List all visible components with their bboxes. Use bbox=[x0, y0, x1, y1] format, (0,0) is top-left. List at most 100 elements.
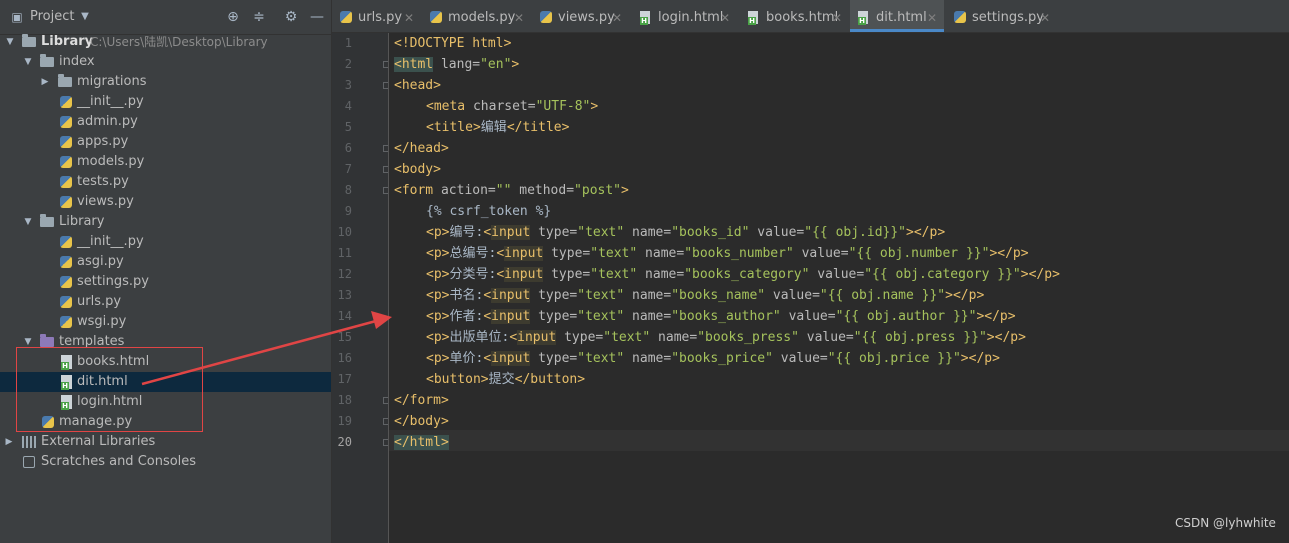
tab-label: dit.html bbox=[876, 10, 927, 25]
close-icon[interactable]: ✕ bbox=[404, 0, 414, 36]
chevron-down-icon[interactable]: ▼ bbox=[76, 0, 94, 34]
close-icon[interactable]: ✕ bbox=[1040, 0, 1050, 36]
tree-item-apps-py[interactable]: apps.py bbox=[0, 132, 331, 152]
tag-token: </p> bbox=[997, 246, 1029, 261]
attr-token: type= bbox=[530, 225, 578, 240]
code-line-7: <body> bbox=[394, 159, 441, 180]
input-tag-token: input bbox=[491, 225, 531, 240]
template-folder-icon bbox=[40, 334, 54, 347]
python-file-icon bbox=[540, 11, 552, 23]
collapse-arrow-icon[interactable]: ▶ bbox=[39, 72, 51, 92]
tree-item-label: asgi.py bbox=[77, 254, 124, 269]
value-token: "{{ obj.price }}" bbox=[827, 351, 961, 366]
html-file-icon bbox=[858, 11, 868, 25]
close-icon[interactable]: ✕ bbox=[832, 0, 842, 36]
tree-item-init-py[interactable]: __init__.py bbox=[0, 92, 331, 112]
gear-icon[interactable]: ⚙ bbox=[282, 0, 300, 34]
python-file-icon bbox=[60, 176, 72, 188]
tag-token: <p> bbox=[426, 267, 450, 282]
attr-token: type= bbox=[556, 330, 604, 345]
text-token: 作者: bbox=[449, 309, 484, 324]
tree-item-library-package[interactable]: ▼ Library bbox=[0, 212, 331, 232]
scratch-icon bbox=[23, 456, 35, 468]
value-token: "{{ obj.number }}" bbox=[848, 246, 990, 261]
tag-token: <p> bbox=[426, 351, 450, 366]
tree-item-label: index bbox=[59, 54, 95, 69]
value-token: "text" bbox=[590, 267, 638, 282]
project-panel-header: ▣ Project ▼ ⊕ ≑ ⚙ — bbox=[0, 0, 331, 35]
tree-item-init-py[interactable]: __init__.py bbox=[0, 232, 331, 252]
expand-arrow-icon[interactable]: ▼ bbox=[22, 212, 34, 232]
tag-token: <form bbox=[394, 183, 434, 198]
tree-item-external-libraries[interactable]: ▶ External Libraries bbox=[0, 432, 331, 452]
tree-item-index[interactable]: ▼ index bbox=[0, 52, 331, 72]
collapse-arrow-icon[interactable]: ▶ bbox=[3, 432, 15, 452]
tree-item-urls-py[interactable]: urls.py bbox=[0, 292, 331, 312]
tab-settings-py[interactable]: settings.py ✕ bbox=[946, 0, 1052, 32]
value-token: "books_id" bbox=[671, 225, 750, 240]
tag-token: </title> bbox=[506, 120, 570, 135]
tree-item-label: apps.py bbox=[77, 134, 129, 149]
close-icon[interactable]: ✕ bbox=[927, 0, 937, 36]
code-line-1: <!DOCTYPE html> bbox=[394, 33, 511, 54]
tree-item-asgi-py[interactable]: asgi.py bbox=[0, 252, 331, 272]
tree-item-models-py[interactable]: models.py bbox=[0, 152, 331, 172]
code-line-2: <html lang="en"> bbox=[394, 54, 519, 75]
tree-item-admin-py[interactable]: admin.py bbox=[0, 112, 331, 132]
tab-views-py[interactable]: views.py ✕ bbox=[532, 0, 632, 32]
python-file-icon bbox=[430, 11, 442, 23]
close-icon[interactable]: ✕ bbox=[514, 0, 524, 36]
tree-item-wsgi-py[interactable]: wsgi.py bbox=[0, 312, 331, 332]
tab-dit-html[interactable]: dit.html ✕ bbox=[850, 0, 944, 32]
tree-item-scratches[interactable]: Scratches and Consoles bbox=[0, 452, 331, 472]
tag-token: </body> bbox=[394, 414, 449, 429]
annotation-highlight-box bbox=[16, 347, 203, 432]
line-number: 3 bbox=[344, 78, 352, 92]
collapse-all-icon[interactable]: ≑ bbox=[250, 0, 268, 34]
tree-item-label: settings.py bbox=[77, 274, 149, 289]
tree-item-label: Library bbox=[41, 34, 94, 49]
tree-item-library-root[interactable]: ▼ Library C:\Users\陆凯\Desktop\Library bbox=[0, 32, 331, 52]
attr-token: name= bbox=[650, 330, 698, 345]
tree-item-label: __init__.py bbox=[77, 94, 144, 109]
minimize-icon[interactable]: — bbox=[308, 0, 326, 34]
expand-arrow-icon[interactable]: ▼ bbox=[4, 32, 16, 52]
tab-label: urls.py bbox=[358, 10, 403, 25]
line-number: 8 bbox=[344, 183, 352, 197]
tree-item-settings-py[interactable]: settings.py bbox=[0, 272, 331, 292]
tab-login-html[interactable]: login.html ✕ bbox=[632, 0, 740, 32]
value-token: "books_number" bbox=[684, 246, 794, 261]
tag-token: </p> bbox=[994, 330, 1026, 345]
tree-item-migrations[interactable]: ▶ migrations bbox=[0, 72, 331, 92]
code-editor[interactable]: 1 2 3 4 5 6 7 8 9 10 11 12 13 14 15 16 1… bbox=[332, 33, 1289, 543]
project-panel-title[interactable]: Project bbox=[30, 0, 74, 34]
project-view-icon[interactable]: ▣ bbox=[8, 0, 26, 34]
text-token: 提交 bbox=[488, 372, 515, 387]
code-line-15: <p>出版单位:<input type="text" name="books_p… bbox=[426, 327, 1026, 348]
tag-token: < bbox=[496, 246, 505, 261]
python-file-icon bbox=[340, 11, 352, 23]
close-icon[interactable]: ✕ bbox=[720, 0, 730, 36]
tab-urls-py[interactable]: urls.py ✕ bbox=[332, 0, 420, 32]
tree-item-tests-py[interactable]: tests.py bbox=[0, 172, 331, 192]
tab-models-py[interactable]: models.py ✕ bbox=[422, 0, 530, 32]
locate-icon[interactable]: ⊕ bbox=[224, 0, 242, 34]
close-icon[interactable]: ✕ bbox=[612, 0, 622, 36]
expand-arrow-icon[interactable]: ▼ bbox=[22, 52, 34, 72]
code-line-5: <title>编辑</title> bbox=[426, 117, 569, 138]
tree-item-label: __init__.py bbox=[77, 234, 144, 249]
python-file-icon bbox=[60, 236, 72, 248]
line-number: 7 bbox=[344, 162, 352, 176]
tab-label: login.html bbox=[658, 10, 724, 25]
attr-token: value= bbox=[798, 330, 854, 345]
tag-token: <p> bbox=[426, 246, 450, 261]
tab-label: settings.py bbox=[972, 10, 1044, 25]
tag-token: < bbox=[483, 225, 492, 240]
line-number: 11 bbox=[337, 246, 352, 260]
doctype-token: <!DOCTYPE html> bbox=[394, 36, 512, 51]
tab-books-html[interactable]: books.html ✕ bbox=[740, 0, 850, 32]
tree-item-views-py[interactable]: views.py bbox=[0, 192, 331, 212]
tag-token: </p> bbox=[1028, 267, 1060, 282]
line-number: 4 bbox=[344, 99, 352, 113]
attr-token: type= bbox=[530, 288, 578, 303]
